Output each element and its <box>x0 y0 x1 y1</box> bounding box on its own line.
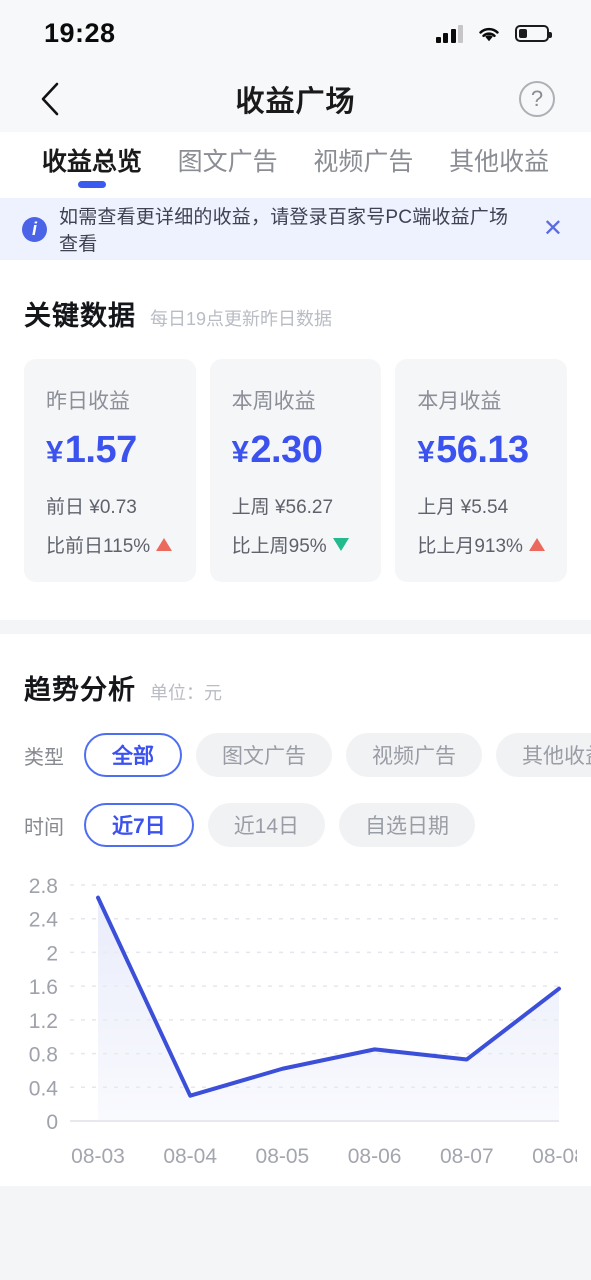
trend-unit: 单位：元 <box>150 683 222 703</box>
tab-image-text-ads[interactable]: 图文广告 <box>160 132 296 178</box>
chart-y-tick-label: 0.8 <box>29 1044 58 1067</box>
tab-label: 视频广告 <box>313 148 414 176</box>
card-amount: 1.57 <box>64 429 137 471</box>
tab-overview[interactable]: 收益总览 <box>24 132 160 188</box>
trend-header: 趋势分析 单位：元 <box>0 634 591 707</box>
card-yesterday-income[interactable]: 昨日收益 ¥1.57 前日 ¥0.73 比前日115% <box>24 359 196 582</box>
card-delta: 比前日115% <box>46 531 196 558</box>
chart-y-tick-label: 1.2 <box>29 1010 58 1033</box>
card-delta-label: 比上月913% <box>417 536 523 557</box>
key-data-title: 关键数据 <box>24 301 136 331</box>
tab-video-ads[interactable]: 视频广告 <box>296 132 432 178</box>
status-bar: 19:28 <box>0 0 591 66</box>
card-month-income[interactable]: 本月收益 ¥56.13 上月 ¥5.54 比上月913% <box>395 359 568 582</box>
trend-down-icon <box>332 538 349 551</box>
time-chip-custom-date[interactable]: 自选日期 <box>339 803 476 847</box>
type-chip-image-text-ads[interactable]: 图文广告 <box>196 733 332 777</box>
card-value: ¥1.57 <box>46 429 196 472</box>
card-previous: 上月 ¥5.54 <box>417 497 509 518</box>
card-value: ¥2.30 <box>232 429 382 472</box>
trend-section: 趋势分析 单位：元 类型 全部 图文广告 视频广告 其他收益 时间 近7日 近1… <box>0 634 591 1186</box>
card-delta-label: 比上周95% <box>231 536 327 557</box>
time-filter-label: 时间 <box>24 816 64 839</box>
close-icon[interactable]: ✕ <box>537 217 569 241</box>
chart-area-fill <box>98 897 559 1121</box>
card-value: ¥56.13 <box>417 429 567 472</box>
battery-icon <box>515 24 552 42</box>
chart-x-tick-label: 08-08 <box>532 1145 577 1168</box>
key-data-header: 关键数据 每日19点更新昨日数据 <box>0 260 591 333</box>
chart-y-tick-label: 2.8 <box>29 875 58 898</box>
bottom-area <box>0 1186 591 1280</box>
tab-label: 图文广告 <box>177 148 278 176</box>
card-label: 本月收益 <box>417 390 502 413</box>
type-filter-label: 类型 <box>24 746 64 769</box>
card-label: 本周收益 <box>231 390 316 413</box>
status-icons <box>435 24 552 43</box>
chart-y-tick-label: 0 <box>46 1111 58 1134</box>
chart-y-tick-label: 0.4 <box>29 1077 59 1100</box>
chart-x-tick-label: 08-06 <box>348 1145 402 1168</box>
currency-symbol: ¥ <box>417 434 435 469</box>
chart-y-tick-label: 1.6 <box>29 976 58 999</box>
tab-bar: 收益总览 图文广告 视频广告 其他收益 <box>0 132 591 198</box>
trend-title: 趋势分析 <box>24 675 136 705</box>
type-chip-other-income[interactable]: 其他收益 <box>496 733 591 777</box>
phone-screen: 19:28 收益广场 ? 收益总览 图文广告 视频广告 其他收益 i 如需查看更… <box>0 0 591 1280</box>
currency-symbol: ¥ <box>46 434 63 469</box>
status-time: 19:28 <box>44 17 116 48</box>
card-delta: 比上月913% <box>417 531 567 558</box>
currency-symbol: ¥ <box>231 434 249 469</box>
type-chip-video-ads[interactable]: 视频广告 <box>346 733 482 777</box>
card-label: 昨日收益 <box>46 390 130 413</box>
key-data-subtitle: 每日19点更新昨日数据 <box>150 309 333 329</box>
chart-x-tick-label: 08-05 <box>256 1145 310 1168</box>
page-title: 收益广场 <box>235 86 356 118</box>
nav-bar: 收益广场 ? <box>0 66 591 132</box>
type-chip-all[interactable]: 全部 <box>84 733 182 777</box>
cellular-signal-icon <box>435 24 463 43</box>
help-icon[interactable]: ? <box>519 81 555 117</box>
trend-up-icon <box>528 538 545 551</box>
chart-x-tick-label: 08-03 <box>71 1145 125 1168</box>
type-filter-row: 类型 全部 图文广告 视频广告 其他收益 <box>0 733 591 777</box>
card-week-income[interactable]: 本周收益 ¥2.30 上周 ¥56.27 比上周95% <box>209 359 382 582</box>
chart-y-tick-label: 2.4 <box>29 909 59 932</box>
card-delta-label: 比前日115% <box>46 536 151 557</box>
card-amount: 56.13 <box>436 429 529 471</box>
chevron-left-icon <box>41 82 59 116</box>
info-circle-icon: i <box>22 216 47 242</box>
tab-active-underline <box>77 181 106 188</box>
back-button[interactable] <box>30 79 70 119</box>
banner-text: 如需查看更详细的收益，请登录百家号PC端收益广场查看 <box>59 207 509 255</box>
wifi-icon <box>476 24 502 43</box>
chart-x-tick-label: 08-04 <box>163 1145 217 1168</box>
notice-banner: i 如需查看更详细的收益，请登录百家号PC端收益广场查看 ✕ <box>0 198 591 260</box>
chart-x-tick-label: 08-07 <box>440 1145 494 1168</box>
help-glyph: ? <box>530 86 544 111</box>
key-data-cards: 昨日收益 ¥1.57 前日 ¥0.73 比前日115% 本周收益 ¥2.30 上… <box>0 333 591 620</box>
trend-up-icon <box>156 538 173 551</box>
card-previous: 前日 ¥0.73 <box>46 497 137 518</box>
time-filter-row: 时间 近7日 近14日 自选日期 <box>0 803 591 847</box>
time-chip-7days[interactable]: 近7日 <box>84 803 194 847</box>
section-divider <box>0 620 591 634</box>
card-previous: 上周 ¥56.27 <box>231 497 334 518</box>
tab-label: 收益总览 <box>41 148 142 176</box>
tab-label: 其他收益 <box>449 148 550 176</box>
tab-other-income[interactable]: 其他收益 <box>431 132 567 178</box>
time-chip-14days[interactable]: 近14日 <box>207 803 326 847</box>
trend-chart[interactable]: 0 0.4 0.8 1.2 1.6 2 2.4 2.8 08-03 08-04 08-05 08-06… <box>0 847 591 1186</box>
card-amount: 2.30 <box>250 429 323 471</box>
chart-y-tick-label: 2 <box>46 942 58 965</box>
card-delta: 比上周95% <box>232 531 382 558</box>
key-data-section: 关键数据 每日19点更新昨日数据 昨日收益 ¥1.57 前日 ¥0.73 比前日… <box>0 260 591 620</box>
